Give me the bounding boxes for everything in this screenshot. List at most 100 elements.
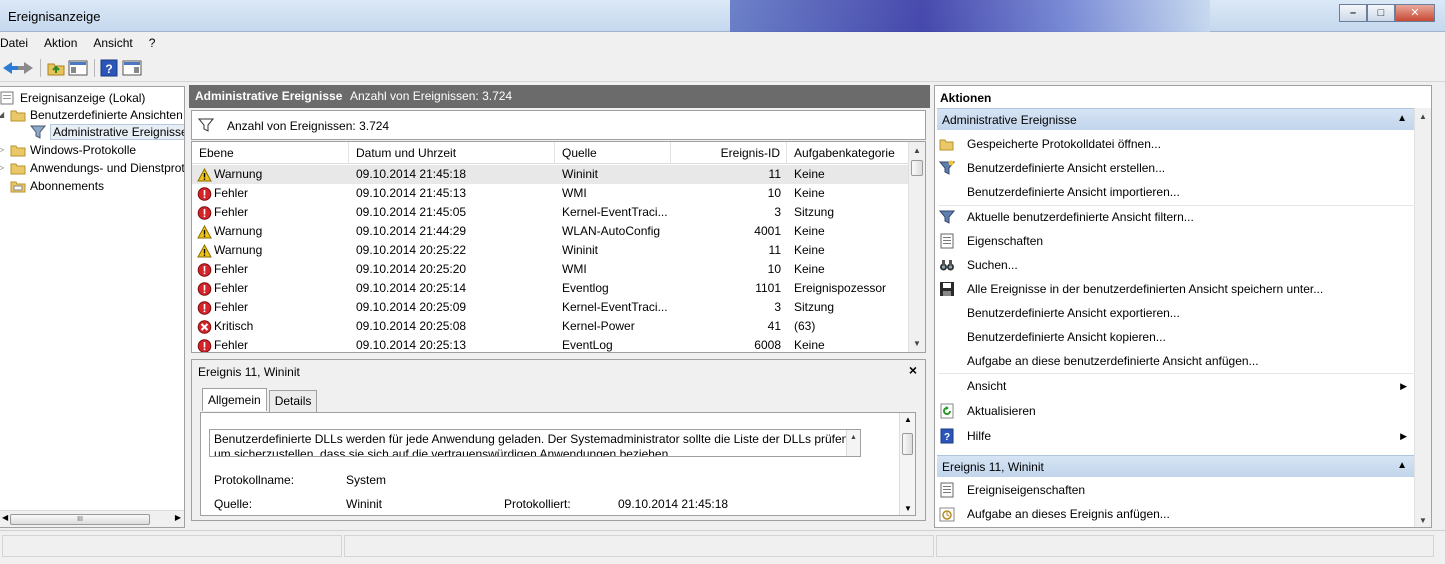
column-header-level[interactable]: Ebene: [192, 142, 349, 164]
scroll-up-icon[interactable]: ▲: [913, 146, 921, 155]
close-window-button[interactable]: ✕: [1395, 4, 1435, 22]
show-hide-tree-icon[interactable]: [68, 59, 88, 77]
forward-arrow-icon[interactable]: [16, 59, 36, 77]
tree-item-windows-logs[interactable]: ▷ Windows-Protokolle: [0, 141, 136, 158]
minimize-button[interactable]: –: [1339, 4, 1367, 22]
collapse-arrow-icon[interactable]: ◢: [0, 110, 10, 119]
menu-datei[interactable]: Datei: [0, 33, 36, 53]
table-row[interactable]: Fehler 09.10.2014 20:25:14 Eventlog 1101 Ere…: [192, 279, 909, 298]
action-item[interactable]: Ereigniseigenschaften: [939, 479, 1413, 501]
filter-create-icon: [939, 160, 955, 175]
tree-item-app-logs[interactable]: ▷ Anwendungs- und Dienstprotokolle: [0, 159, 184, 176]
detail-vertical-scrollbar[interactable]: ▲ ▼: [899, 413, 915, 515]
cell-date: 09.10.2014 21:45:05: [356, 205, 467, 219]
tree-item-admin-events[interactable]: Administrative Ereignisse: [30, 123, 184, 140]
filter-bar: Anzahl von Ereignissen: 3.724: [191, 110, 926, 140]
action-item[interactable]: Ansicht ▶: [939, 375, 1413, 397]
error-icon: [197, 281, 212, 296]
folder-icon: [10, 163, 26, 174]
tree-item-custom-views[interactable]: ◢ Benutzerdefinierte Ansichten: [0, 106, 183, 123]
collapse-up-icon[interactable]: ▲: [1397, 460, 1407, 471]
actions-title: Aktionen: [940, 91, 992, 105]
action-item[interactable]: Aufgabe an dieses Ereignis anfügen...: [939, 503, 1413, 525]
expand-arrow-icon[interactable]: ▷: [0, 163, 10, 172]
menu-ansicht[interactable]: Ansicht: [93, 33, 140, 53]
error-icon: [197, 338, 212, 352]
tree-item-subscriptions[interactable]: Abonnements: [10, 177, 104, 194]
table-row[interactable]: Fehler 09.10.2014 20:25:09 Kernel-EventTra…: [192, 298, 909, 317]
maximize-button[interactable]: □: [1367, 4, 1395, 22]
open-folder-icon: [939, 139, 954, 151]
cell-date: 09.10.2014 20:25:14: [356, 281, 467, 295]
cell-category: (63): [794, 319, 816, 333]
action-item[interactable]: Aktuelle benutzerdefinierte Ansicht filt…: [939, 206, 1413, 228]
cell-source: WMI: [562, 186, 587, 200]
cell-level: Warnung: [197, 222, 347, 241]
scrollbar-thumb[interactable]: [1415, 108, 1431, 430]
action-item[interactable]: Benutzerdefinierte Ansicht exportieren..…: [939, 302, 1413, 324]
section-header-event[interactable]: Ereignis 11, Wininit ▲: [937, 455, 1415, 477]
scroll-right-icon[interactable]: ▶: [175, 513, 181, 522]
help-icon[interactable]: ?: [99, 59, 119, 77]
column-header-event-id[interactable]: Ereignis-ID: [671, 142, 787, 164]
tab-details[interactable]: Details: [268, 390, 318, 413]
up-folder-icon[interactable]: [46, 59, 66, 77]
blank-icon: [939, 329, 955, 345]
action-item[interactable]: Eigenschaften: [939, 230, 1413, 252]
detail-title: Ereignis 11, Wininit: [198, 365, 300, 379]
table-row[interactable]: Warnung 09.10.2014 20:25:22 Wininit 11 Keine: [192, 241, 909, 260]
action-item[interactable]: Aktualisieren: [939, 400, 1413, 422]
scroll-up-icon[interactable]: ▲: [904, 415, 912, 424]
column-header-category[interactable]: Aufgabenkategorie: [787, 142, 909, 164]
log-name-label: Protokollname:: [214, 473, 295, 487]
title-bar: Ereignisanzeige – □ ✕: [0, 0, 1445, 32]
scroll-up-icon[interactable]: ▲: [1419, 112, 1427, 121]
table-vertical-scrollbar[interactable]: ▲ ▼: [908, 142, 925, 352]
menu-help[interactable]: ?: [149, 33, 164, 53]
show-hide-action-pane-icon[interactable]: [122, 59, 142, 77]
close-icon[interactable]: ×: [909, 362, 917, 378]
table-row[interactable]: Fehler 09.10.2014 21:45:13 WMI 10 Keine: [192, 184, 909, 203]
table-row[interactable]: Warnung 09.10.2014 21:44:29 WLAN-AutoConfi…: [192, 222, 909, 241]
section-header-admin-events[interactable]: Administrative Ereignisse ▲: [937, 108, 1415, 130]
event-description[interactable]: Benutzerdefinierte DLLs werden für jede …: [209, 429, 861, 457]
scrollbar-thumb[interactable]: [902, 433, 913, 455]
scroll-left-icon[interactable]: ◀: [2, 513, 8, 522]
action-item[interactable]: Suchen...: [939, 254, 1413, 276]
description-scrollbar[interactable]: ▲▼: [846, 430, 860, 456]
scroll-down-icon[interactable]: ▼: [904, 504, 912, 513]
action-item[interactable]: Benutzerdefinierte Ansicht kopieren...: [939, 326, 1413, 348]
column-header-source[interactable]: Quelle: [555, 142, 671, 164]
scrollbar-thumb[interactable]: III: [10, 514, 150, 525]
actions-vertical-scrollbar[interactable]: ▲ ▼: [1414, 108, 1431, 527]
action-label: Aufgabe an diese benutzerdefinierte Ansi…: [967, 354, 1259, 368]
action-item[interactable]: Benutzerdefinierte Ansicht importieren..…: [939, 181, 1413, 203]
expand-arrow-icon[interactable]: ▷: [0, 145, 10, 154]
action-item[interactable]: ? Hilfe ▶: [939, 425, 1413, 447]
column-header-date[interactable]: Datum und Uhrzeit: [349, 142, 555, 164]
action-item[interactable]: Aufgabe an diese benutzerdefinierte Ansi…: [939, 350, 1413, 372]
scrollbar-thumb[interactable]: [911, 160, 923, 176]
table-row[interactable]: Kritisch 09.10.2014 20:25:08 Kernel-Power 4…: [192, 317, 909, 336]
tree-item-local[interactable]: Ereignisanzeige (Lokal): [0, 89, 145, 106]
tab-allgemein[interactable]: Allgemein: [202, 388, 267, 411]
scroll-down-icon[interactable]: ▼: [913, 339, 921, 348]
scroll-down-icon[interactable]: ▼: [1419, 516, 1427, 525]
action-item[interactable]: Gespeicherte Protokolldatei öffnen...: [939, 133, 1413, 155]
detail-tabs: Allgemein Details: [202, 388, 319, 413]
event-detail-panel: Ereignis 11, Wininit × Allgemein Details…: [191, 359, 926, 521]
help-icon: ?: [940, 428, 954, 444]
properties-icon: [940, 233, 954, 249]
cell-level: Kritisch: [197, 317, 347, 336]
action-item[interactable]: Benutzerdefinierte Ansicht erstellen...: [939, 157, 1413, 179]
table-row[interactable]: Fehler 09.10.2014 20:25:13 EventLog 6008 Kei…: [192, 336, 909, 352]
table-row[interactable]: Fehler 09.10.2014 20:25:20 WMI 10 Keine: [192, 260, 909, 279]
menu-aktion[interactable]: Aktion: [44, 33, 85, 53]
table-row[interactable]: Fehler 09.10.2014 21:45:05 Kernel-EventTra…: [192, 203, 909, 222]
collapse-up-icon[interactable]: ▲: [1397, 113, 1407, 124]
table-row[interactable]: Warnung 09.10.2014 21:45:18 Wininit 11 Keine: [192, 165, 909, 184]
tree-horizontal-scrollbar[interactable]: ◀ III ▶: [0, 510, 184, 527]
action-item[interactable]: Alle Ereignisse in der benutzerdefiniert…: [939, 278, 1413, 300]
window-title: Ereignisanzeige: [8, 9, 101, 24]
cell-source: Eventlog: [562, 281, 609, 295]
